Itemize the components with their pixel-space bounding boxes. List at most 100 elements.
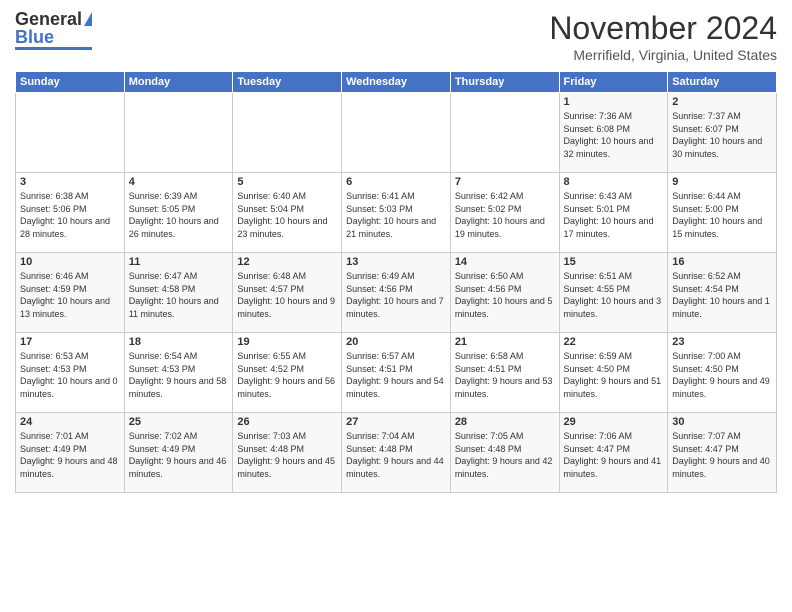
- cell-info: Sunrise: 7:05 AM: [455, 430, 555, 443]
- cell-info: Daylight: 9 hours and 41 minutes.: [564, 455, 664, 480]
- day-number: 26: [237, 416, 337, 428]
- cell-info: Sunset: 5:01 PM: [564, 203, 664, 216]
- cell-info: Daylight: 10 hours and 23 minutes.: [237, 215, 337, 240]
- col-header-friday: Friday: [559, 72, 668, 93]
- cell-info: Daylight: 10 hours and 7 minutes.: [346, 295, 446, 320]
- cell-info: Daylight: 10 hours and 5 minutes.: [455, 295, 555, 320]
- day-cell: 20 Sunrise: 6:57 AMSunset: 4:51 PMDayligh…: [342, 333, 451, 413]
- cell-info: Sunrise: 6:57 AM: [346, 350, 446, 363]
- day-cell: [233, 93, 342, 173]
- logo: General Blue: [15, 10, 92, 50]
- day-cell: 17Sunrise: 6:53 AMSunset: 4:53 PMDayligh…: [16, 333, 125, 413]
- day-number: 3: [20, 176, 120, 188]
- cell-info: Sunset: 4:51 PM: [455, 363, 555, 376]
- cell-info: Sunset: 4:50 PM: [672, 363, 772, 376]
- day-cell: [342, 93, 451, 173]
- day-cell: 24Sunrise: 7:01 AMSunset: 4:49 PMDayligh…: [16, 413, 125, 493]
- week-row-5: 24Sunrise: 7:01 AMSunset: 4:49 PMDayligh…: [16, 413, 777, 493]
- col-header-thursday: Thursday: [450, 72, 559, 93]
- week-row-1: 1Sunrise: 7:36 AMSunset: 6:08 PMDaylight…: [16, 93, 777, 173]
- day-cell: 10Sunrise: 6:46 AMSunset: 4:59 PMDayligh…: [16, 253, 125, 333]
- cell-info: Daylight: 9 hours and 53 minutes.: [455, 375, 555, 400]
- cell-info: Sunrise: 6:51 AM: [564, 270, 664, 283]
- cell-info: Sunrise: 7:06 AM: [564, 430, 664, 443]
- cell-info: Sunset: 5:06 PM: [20, 203, 120, 216]
- day-number: 5: [237, 176, 337, 188]
- day-number: 6: [346, 176, 446, 188]
- day-cell: 11Sunrise: 6:47 AMSunset: 4:58 PMDayligh…: [124, 253, 233, 333]
- cell-info: Sunset: 6:07 PM: [672, 123, 772, 136]
- day-cell: 21Sunrise: 6:58 AMSunset: 4:51 PMDayligh…: [450, 333, 559, 413]
- day-cell: 27Sunrise: 7:04 AMSunset: 4:48 PMDayligh…: [342, 413, 451, 493]
- cell-info: Daylight: 9 hours and 45 minutes.: [237, 455, 337, 480]
- cell-info: Sunset: 5:00 PM: [672, 203, 772, 216]
- cell-info: Sunset: 4:56 PM: [455, 283, 555, 296]
- day-cell: 29Sunrise: 7:06 AMSunset: 4:47 PMDayligh…: [559, 413, 668, 493]
- cell-info: Daylight: 10 hours and 30 minutes.: [672, 135, 772, 160]
- day-number: 2: [672, 96, 772, 108]
- cell-info: Sunrise: 6:48 AM: [237, 270, 337, 283]
- cell-info: Sunset: 4:56 PM: [346, 283, 446, 296]
- day-cell: 18Sunrise: 6:54 AMSunset: 4:53 PMDayligh…: [124, 333, 233, 413]
- cell-info: Sunset: 4:59 PM: [20, 283, 120, 296]
- col-header-monday: Monday: [124, 72, 233, 93]
- day-cell: 1Sunrise: 7:36 AMSunset: 6:08 PMDaylight…: [559, 93, 668, 173]
- cell-info: Sunset: 4:48 PM: [237, 443, 337, 456]
- cell-info: Sunset: 4:58 PM: [129, 283, 229, 296]
- cell-info: Sunset: 4:51 PM: [346, 363, 446, 376]
- day-number: 18: [129, 336, 229, 348]
- day-cell: 16Sunrise: 6:52 AMSunset: 4:54 PMDayligh…: [668, 253, 777, 333]
- cell-info: Sunset: 4:48 PM: [455, 443, 555, 456]
- day-number: 19: [237, 336, 337, 348]
- day-number: 22: [564, 336, 664, 348]
- logo-blue: Blue: [15, 28, 54, 46]
- cell-info: Sunset: 4:49 PM: [129, 443, 229, 456]
- col-header-sunday: Sunday: [16, 72, 125, 93]
- day-number: 20: [346, 336, 446, 348]
- cell-info: Sunrise: 7:03 AM: [237, 430, 337, 443]
- day-cell: 28Sunrise: 7:05 AMSunset: 4:48 PMDayligh…: [450, 413, 559, 493]
- cell-info: Daylight: 10 hours and 21 minutes.: [346, 215, 446, 240]
- cell-info: Sunrise: 6:38 AM: [20, 190, 120, 203]
- cell-info: Sunrise: 6:55 AM: [237, 350, 337, 363]
- day-number: 30: [672, 416, 772, 428]
- cell-info: Daylight: 9 hours and 54 minutes.: [346, 375, 446, 400]
- cell-info: Sunrise: 7:01 AM: [20, 430, 120, 443]
- day-cell: 8Sunrise: 6:43 AMSunset: 5:01 PMDaylight…: [559, 173, 668, 253]
- day-cell: 19Sunrise: 6:55 AMSunset: 4:52 PMDayligh…: [233, 333, 342, 413]
- cell-info: Daylight: 10 hours and 19 minutes.: [455, 215, 555, 240]
- cell-info: Sunrise: 6:53 AM: [20, 350, 120, 363]
- cell-info: Sunrise: 7:04 AM: [346, 430, 446, 443]
- page: General Blue November 2024 Merrifield, V…: [0, 0, 792, 612]
- cell-info: Daylight: 10 hours and 17 minutes.: [564, 215, 664, 240]
- cell-info: Sunrise: 6:50 AM: [455, 270, 555, 283]
- day-cell: 25Sunrise: 7:02 AMSunset: 4:49 PMDayligh…: [124, 413, 233, 493]
- logo-triangle-icon: [84, 12, 92, 26]
- cell-info: Daylight: 9 hours and 46 minutes.: [129, 455, 229, 480]
- day-number: 16: [672, 256, 772, 268]
- day-cell: 7Sunrise: 6:42 AMSunset: 5:02 PMDaylight…: [450, 173, 559, 253]
- cell-info: Sunset: 5:03 PM: [346, 203, 446, 216]
- day-cell: [450, 93, 559, 173]
- cell-info: Sunrise: 6:44 AM: [672, 190, 772, 203]
- day-number: 10: [20, 256, 120, 268]
- day-cell: 26 Sunrise: 7:03 AMSunset: 4:48 PMDayligh…: [233, 413, 342, 493]
- day-cell: 6Sunrise: 6:41 AMSunset: 5:03 PMDaylight…: [342, 173, 451, 253]
- col-header-tuesday: Tuesday: [233, 72, 342, 93]
- cell-info: Daylight: 9 hours and 49 minutes.: [672, 375, 772, 400]
- cell-info: Sunset: 5:05 PM: [129, 203, 229, 216]
- cell-info: Sunrise: 6:39 AM: [129, 190, 229, 203]
- cell-info: Daylight: 10 hours and 15 minutes.: [672, 215, 772, 240]
- day-number: 23: [672, 336, 772, 348]
- cell-info: Sunrise: 6:46 AM: [20, 270, 120, 283]
- cell-info: Sunrise: 6:49 AM: [346, 270, 446, 283]
- day-number: 28: [455, 416, 555, 428]
- day-number: 4: [129, 176, 229, 188]
- logo-underline: [15, 47, 92, 50]
- cell-info: Daylight: 10 hours and 32 minutes.: [564, 135, 664, 160]
- cell-info: Daylight: 9 hours and 48 minutes.: [20, 455, 120, 480]
- cell-info: Sunset: 4:55 PM: [564, 283, 664, 296]
- cell-info: Daylight: 10 hours and 9 minutes.: [237, 295, 337, 320]
- month-title: November 2024: [549, 10, 777, 47]
- cell-info: Sunrise: 6:59 AM: [564, 350, 664, 363]
